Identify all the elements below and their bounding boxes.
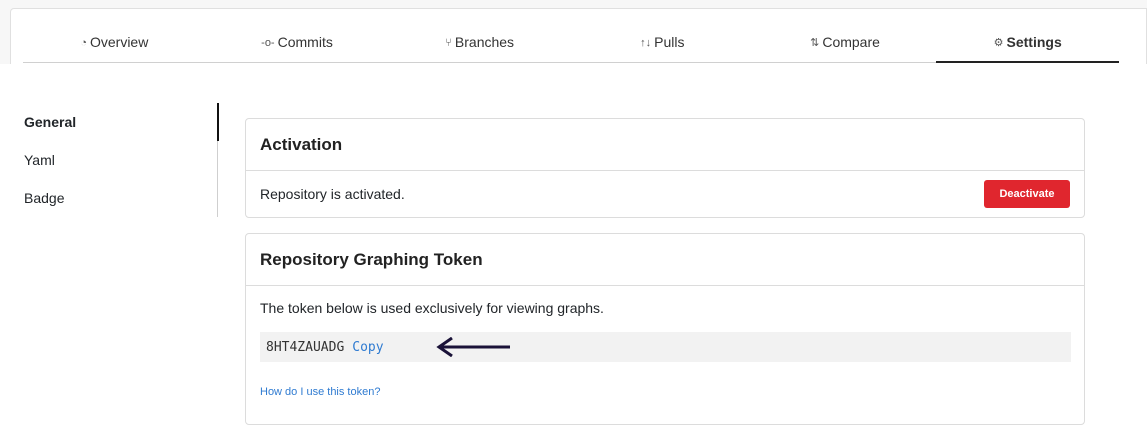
graphing-token-title: Repository Graphing Token	[246, 234, 1084, 286]
commit-icon: -o-	[261, 37, 275, 49]
main-content: General Yaml Badge Activation Repository…	[0, 64, 1147, 434]
tab-commits[interactable]: -o- Commits	[206, 22, 389, 62]
token-value: 8HT4ZAUADG	[266, 339, 345, 355]
settings-sidebar: General Yaml Badge	[0, 103, 219, 217]
activation-title: Activation	[246, 119, 1084, 171]
tab-label: Commits	[277, 34, 333, 50]
sidebar-item-yaml[interactable]: Yaml	[0, 141, 217, 179]
gears-icon: ⚙	[993, 37, 1004, 49]
repo-tabs: ◔ Overview -o- Commits ⑂ Branches ↑↓ Pul…	[23, 22, 1120, 63]
branch-icon: ⑂	[445, 37, 452, 49]
token-help-link[interactable]: How do I use this token?	[260, 386, 380, 398]
tab-label: Compare	[822, 34, 880, 50]
compare-icon: ⇅	[810, 37, 820, 49]
arrow-left-icon	[436, 337, 510, 357]
pull-request-icon: ↑↓	[640, 37, 652, 49]
graphing-token-description: The token below is used exclusively for …	[260, 300, 604, 316]
tab-label: Branches	[454, 34, 515, 50]
dashboard-icon: ◔	[80, 37, 87, 49]
tab-compare[interactable]: ⇅ Compare	[754, 22, 937, 62]
tab-overview[interactable]: ◔ Overview	[23, 22, 206, 62]
activation-card: Activation Repository is activated. Deac…	[245, 118, 1085, 218]
settings-page: ◔ Overview -o- Commits ⑂ Branches ↑↓ Pul…	[0, 0, 1147, 434]
sidebar-item-badge[interactable]: Badge	[0, 179, 217, 217]
graphing-token-card: Repository Graphing Token The token belo…	[245, 233, 1085, 425]
tab-label: Settings	[1006, 34, 1062, 50]
copy-button[interactable]: Copy	[352, 340, 383, 355]
activation-status: Repository is activated.	[260, 186, 405, 202]
tab-branches[interactable]: ⑂ Branches	[388, 22, 571, 62]
tab-pulls[interactable]: ↑↓ Pulls	[571, 22, 754, 62]
tab-label: Pulls	[654, 34, 685, 50]
tab-settings[interactable]: ⚙ Settings	[936, 22, 1120, 63]
tab-label: Overview	[89, 34, 149, 50]
token-box: 8HT4ZAUADG Copy	[260, 332, 1071, 362]
deactivate-button[interactable]: Deactivate	[984, 180, 1070, 208]
sidebar-item-general[interactable]: General	[0, 103, 219, 141]
